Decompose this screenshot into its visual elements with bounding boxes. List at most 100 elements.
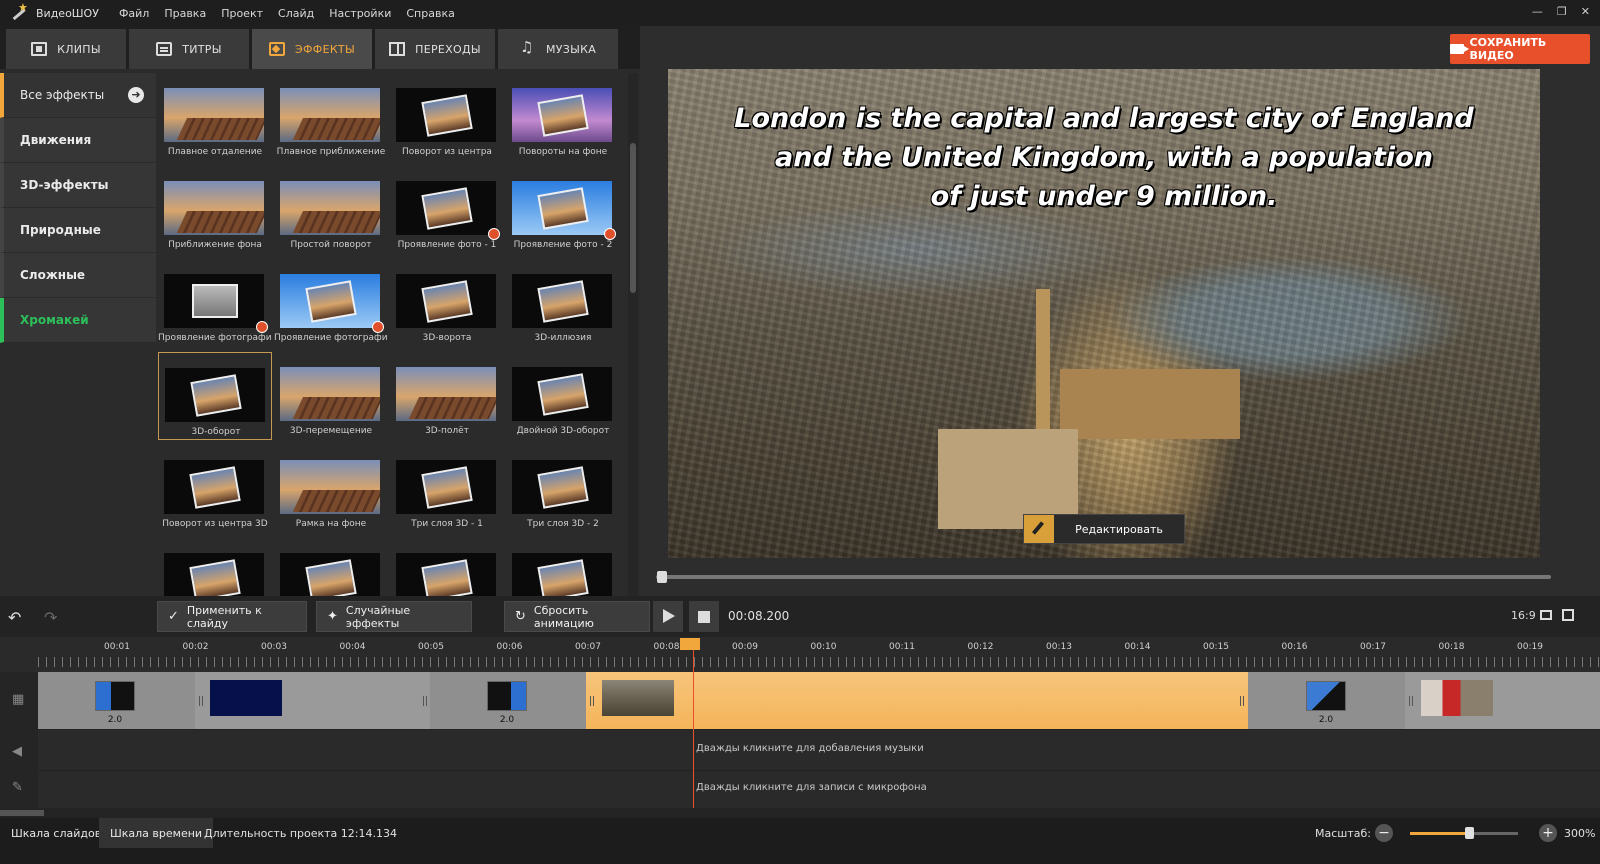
aspect-ratio[interactable]: 16:9 [1511,609,1536,622]
category-motion[interactable]: Движения [0,118,156,163]
main-tabs: КЛИПЫ ТИТРЫ ЭФФЕКТЫ ПЕРЕХОДЫ МУЗЫКА [0,26,640,69]
zoom-knob[interactable] [1465,827,1475,839]
tab-label: ЭФФЕКТЫ [295,42,355,56]
close-icon[interactable]: ✕ [1581,5,1590,18]
edit-slide-button[interactable]: Редактировать [1023,514,1185,544]
menu-settings[interactable]: Настройки [329,7,391,20]
effect-item[interactable]: Простой поворот [274,166,388,254]
clip-handle[interactable] [1409,696,1413,706]
menu-slide[interactable]: Слайд [278,7,314,20]
menu-edit[interactable]: Правка [164,7,206,20]
playhead-handle[interactable] [680,638,700,650]
menu-file[interactable]: Файл [119,7,149,20]
snapshot-icon[interactable] [1540,610,1552,620]
ruler-tick-label: 00:07 [575,642,601,652]
effects-scrollbar[interactable] [628,73,638,610]
apply-to-slide-button[interactable]: ✓ Применить к слайду [157,601,307,632]
effect-label: Проявление фотографии... [158,333,272,343]
category-all[interactable]: Все эффекты ➜ [0,73,156,118]
slide-clip[interactable] [195,672,430,729]
redo-icon[interactable]: ↷ [44,608,57,627]
effect-item[interactable]: Проявление фотографии... [274,259,388,347]
undo-icon[interactable]: ↶ [8,608,21,627]
category-nature[interactable]: Природные [0,208,156,253]
clip-handle[interactable] [423,696,427,706]
slide-clip[interactable]: 2.0 [430,672,586,729]
effect-item[interactable]: Поворот из центра [390,73,504,161]
photo-card-shape [537,465,589,508]
effect-label: 3D-иллюзия [534,333,592,343]
category-chromakey[interactable]: Хромакей [0,298,156,343]
effect-label: Три слоя 3D - 2 [527,519,599,529]
menu-project[interactable]: Проект [221,7,263,20]
reset-animation-button[interactable]: ↻ Сбросить анимацию [504,601,650,632]
zoom-slider[interactable] [1410,832,1518,835]
save-video-button[interactable]: СОХРАНИТЬ ВИДЕО [1450,34,1590,64]
effect-item[interactable]: Три слоя 3D - 1 [390,445,504,533]
fullscreen-icon[interactable] [1562,609,1574,621]
effect-item[interactable]: Поворот из центра 3D [158,445,272,533]
zoom-fill [1410,832,1470,835]
effect-item[interactable]: Три слоя 3D - 2 [506,445,620,533]
clip-handle[interactable] [199,696,203,706]
transition-duration: 2.0 [1318,715,1334,725]
category-3d[interactable]: 3D-эффекты [0,163,156,208]
tab-effects[interactable]: ЭФФЕКТЫ [252,29,372,69]
scrub-track[interactable] [656,575,1551,579]
menu-help[interactable]: Справка [406,7,454,20]
scroll-thumb[interactable] [630,143,636,293]
ruler-tick-label: 00:03 [261,642,287,652]
slide-clip-selected[interactable] [586,672,1248,729]
random-effects-button[interactable]: ✦ Случайные эффекты [316,601,472,632]
effect-item[interactable]: 3D-полёт [390,352,504,440]
effect-item[interactable]: Двойной 3D-оборот [506,352,620,440]
zoom-in-icon[interactable]: + [1539,824,1557,842]
effect-item[interactable]: Приближение фона [158,166,272,254]
timeline-ruler[interactable]: 00:01 00:02 00:03 00:04 00:05 00:06 00:07 00:08… [0,637,1600,672]
effect-label: Простой поворот [290,240,372,250]
transitions-icon [389,42,406,56]
transition-icon[interactable] [1306,681,1346,711]
play-button[interactable] [653,601,683,632]
transition-icon[interactable] [95,681,135,711]
effect-item[interactable]: 3D-ворота [390,259,504,347]
effect-item[interactable]: Проявление фото - 2 [506,166,620,254]
music-track[interactable]: Дважды кликните для добавления музыки [38,729,1600,769]
scrub-knob[interactable] [657,571,667,583]
slide-clip[interactable]: 2.0 [1248,672,1405,729]
restore-icon[interactable]: ❐ [1557,5,1567,18]
category-complex[interactable]: Сложные [0,253,156,298]
reset-icon: ↻ [515,609,526,624]
tab-transitions[interactable]: ПЕРЕХОДЫ [375,29,495,69]
transition-icon[interactable] [487,681,527,711]
effect-item[interactable]: Плавное приближение [274,73,388,161]
stop-button[interactable] [689,601,719,632]
effect-item[interactable]: 3D-перемещение [274,352,388,440]
effect-item[interactable]: 3D-иллюзия [506,259,620,347]
effect-label: Проявление фото - 2 [513,240,613,250]
effect-item[interactable]: Рамка на фоне [274,445,388,533]
photo-card-shape [305,558,357,601]
clip-handle[interactable] [590,696,594,706]
clip-handle[interactable] [1240,696,1244,706]
scroll-thumb[interactable] [0,810,44,816]
slide-clip[interactable]: 2.0 [38,672,195,729]
effect-item[interactable]: Проявление фото - 1 [390,166,504,254]
effect-item[interactable]: Плавное отдаление [158,73,272,161]
photo-card-shape [190,373,242,416]
slide-clip[interactable] [1405,672,1600,729]
effect-item[interactable]: Проявление фотографии... [158,259,272,347]
preview-image[interactable]: London is the capital and largest city o… [668,69,1540,558]
tab-clips[interactable]: КЛИПЫ [6,29,126,69]
category-label: Природные [20,223,101,237]
tab-slide-scale[interactable]: Шкала слайдов [0,818,112,848]
effect-item[interactable]: 3D-оборот [158,352,272,440]
minimize-icon[interactable]: — [1532,5,1543,18]
tab-time-scale[interactable]: Шкала времени [99,818,214,848]
tab-titles[interactable]: ТИТРЫ [129,29,249,69]
effect-item[interactable]: Повороты на фоне [506,73,620,161]
timeline-scrollbar[interactable] [0,808,1600,818]
voice-track[interactable]: Дважды кликните для записи с микрофона [38,770,1600,806]
zoom-out-icon[interactable]: − [1375,824,1393,842]
tab-music[interactable]: МУЗЫКА [498,29,618,69]
